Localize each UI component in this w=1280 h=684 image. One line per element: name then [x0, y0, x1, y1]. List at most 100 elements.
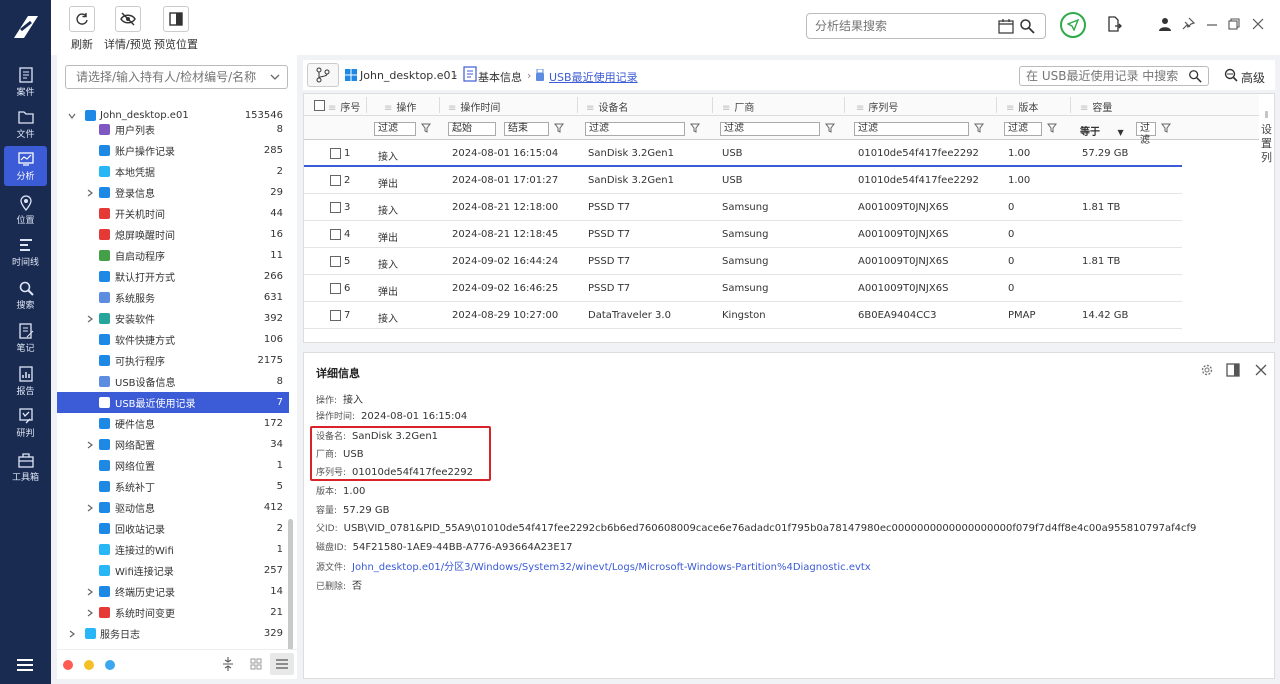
blue-dot[interactable]	[105, 660, 115, 670]
nav-item-5[interactable]: 搜索	[4, 275, 47, 315]
tree-item[interactable]: 用户列表 8	[57, 119, 289, 140]
detail-preview-button[interactable]: 详情/预览	[104, 6, 152, 52]
breadcrumb-basic-info[interactable]: 基本信息	[478, 69, 522, 85]
panel-layout-icon[interactable]	[1226, 363, 1240, 377]
grid-search-input[interactable]	[1020, 67, 1180, 85]
search-icon[interactable]	[1019, 18, 1035, 34]
tree-item[interactable]: 登录信息 29	[57, 182, 289, 203]
column-divider[interactable]	[996, 97, 997, 113]
nav-item-7[interactable]: 报告	[4, 361, 47, 401]
row-checkbox[interactable]	[330, 310, 341, 321]
tree-item[interactable]: 安装软件 392	[57, 308, 289, 329]
column-divider[interactable]	[366, 97, 367, 113]
tree-item[interactable]: 服务日志 329	[57, 623, 289, 644]
branch-button[interactable]	[307, 63, 339, 87]
filter-icon[interactable]	[690, 123, 700, 133]
menu-icon[interactable]	[17, 658, 33, 672]
tree-scrollbar[interactable]	[288, 519, 293, 659]
column-drag-icon[interactable]: ≡	[328, 103, 336, 114]
select-all-checkbox[interactable]	[314, 100, 325, 111]
table-row[interactable]: 1 接入 2024-08-01 16:15:04 SanDisk 3.2Gen1 USB…	[304, 140, 1182, 167]
row-checkbox[interactable]	[330, 175, 341, 186]
column-header[interactable]: ≡ 厂商	[722, 99, 754, 114]
chevron-right-icon[interactable]	[85, 587, 95, 597]
tree-item[interactable]: 熄屏唤醒时间 16	[57, 224, 289, 245]
column-divider[interactable]	[439, 97, 440, 113]
row-checkbox[interactable]	[330, 256, 341, 267]
chevron-down-icon[interactable]	[269, 71, 281, 83]
list-view-button[interactable]	[270, 653, 294, 675]
restore-icon[interactable]	[1226, 16, 1242, 32]
table-row[interactable]: 3 接入 2024-08-21 12:18:00 PSSD T7 Samsung A001…	[304, 194, 1182, 221]
advanced-search-icon[interactable]	[1224, 68, 1238, 82]
table-row[interactable]: 6 弹出 2024-09-02 16:46:25 PSSD T7 Samsung A001…	[304, 275, 1182, 302]
table-row[interactable]: 5 接入 2024-09-02 16:44:24 PSSD T7 Samsung A001…	[304, 248, 1182, 275]
column-header[interactable]: ≡ 序列号	[856, 99, 898, 114]
yellow-dot[interactable]	[84, 660, 94, 670]
breadcrumb-current[interactable]: USB最近使用记录	[549, 69, 638, 85]
column-header[interactable]: ≡ 版本	[1006, 99, 1038, 114]
tree-item[interactable]: USB设备信息 8	[57, 371, 289, 392]
chevron-right-icon[interactable]	[67, 629, 77, 639]
tree-item[interactable]: 终端历史记录 14	[57, 581, 289, 602]
nav-item-6[interactable]: 笔记	[4, 318, 47, 358]
chevron-right-icon[interactable]	[85, 440, 95, 450]
filter-icon[interactable]	[421, 123, 431, 133]
red-dot[interactable]	[63, 660, 73, 670]
column-drag-icon[interactable]: ≡	[448, 103, 456, 114]
column-header[interactable]: ≡ 序号	[328, 99, 360, 114]
tree-item[interactable]: 硬件信息 172	[57, 413, 289, 434]
analysis-search-input[interactable]	[807, 14, 987, 38]
evidence-search-input[interactable]	[66, 66, 261, 88]
send-button[interactable]	[1060, 12, 1086, 38]
chevron-right-icon[interactable]	[85, 188, 95, 198]
nav-item-0[interactable]: 案件	[4, 62, 47, 102]
column-divider[interactable]	[577, 97, 578, 113]
minimize-icon[interactable]	[1204, 16, 1220, 32]
filter-input[interactable]: 过滤	[1004, 122, 1042, 136]
column-header[interactable]: ≡ 操作时间	[448, 99, 500, 114]
gear-icon[interactable]	[1200, 363, 1214, 377]
column-drag-icon[interactable]: ≡	[586, 103, 594, 114]
filter-input[interactable]: 过滤	[720, 122, 820, 136]
nav-item-4[interactable]: 时间线	[4, 232, 47, 272]
nav-item-1[interactable]: 文件	[4, 104, 47, 144]
capacity-operator-select[interactable]: 等于 ▼	[1080, 123, 1124, 138]
tree-item[interactable]: 系统时间变更 21	[57, 602, 289, 623]
column-header[interactable]: ≡ 操作	[384, 99, 416, 114]
tree-item[interactable]: 软件快捷方式 106	[57, 329, 289, 350]
tree-item[interactable]: 回收站记录 2	[57, 518, 289, 539]
filter-input[interactable]: 过滤	[374, 122, 416, 136]
refresh-button[interactable]: 刷新	[69, 6, 95, 52]
table-row[interactable]: 2 弹出 2024-08-01 17:01:27 SanDisk 3.2Gen1 USB…	[304, 167, 1182, 194]
tree-item[interactable]: 系统服务 631	[57, 287, 289, 308]
column-header[interactable]: ≡ 容量	[1080, 99, 1112, 114]
close-icon[interactable]	[1254, 363, 1268, 377]
preview-position-button[interactable]: 预览位置	[154, 6, 198, 52]
filter-input[interactable]: 过滤	[854, 122, 969, 136]
tree-item[interactable]: 网络位置 1	[57, 455, 289, 476]
tree-item[interactable]: 可执行程序 2175	[57, 350, 289, 371]
row-checkbox[interactable]	[330, 229, 341, 240]
tree-item[interactable]: 自启动程序 11	[57, 245, 289, 266]
filter-icon[interactable]	[554, 123, 564, 133]
filter-input[interactable]: 过滤	[1136, 122, 1156, 146]
row-checkbox[interactable]	[330, 283, 341, 294]
tree-item[interactable]: 账户操作记录 285	[57, 140, 289, 161]
column-divider[interactable]	[1070, 97, 1071, 113]
column-header[interactable]: ≡ 设备名	[586, 99, 628, 114]
tree-item[interactable]: 网络配置 34	[57, 434, 289, 455]
filter-icon[interactable]	[974, 123, 984, 133]
row-checkbox[interactable]	[330, 202, 341, 213]
tree-item[interactable]: 系统补丁 5	[57, 476, 289, 497]
export-file-icon[interactable]	[1106, 16, 1122, 32]
column-drag-icon[interactable]: ≡	[1080, 103, 1088, 114]
row-checkbox[interactable]	[330, 148, 341, 159]
filter-icon[interactable]	[825, 123, 835, 133]
tree-item[interactable]: 连接过的Wifi 1	[57, 539, 289, 560]
grid-view-icon[interactable]	[250, 658, 262, 670]
tree-item[interactable]: 开关机时间 44	[57, 203, 289, 224]
chevron-right-icon[interactable]	[85, 503, 95, 513]
search-icon[interactable]	[1188, 69, 1202, 83]
chevron-right-icon[interactable]	[85, 314, 95, 324]
